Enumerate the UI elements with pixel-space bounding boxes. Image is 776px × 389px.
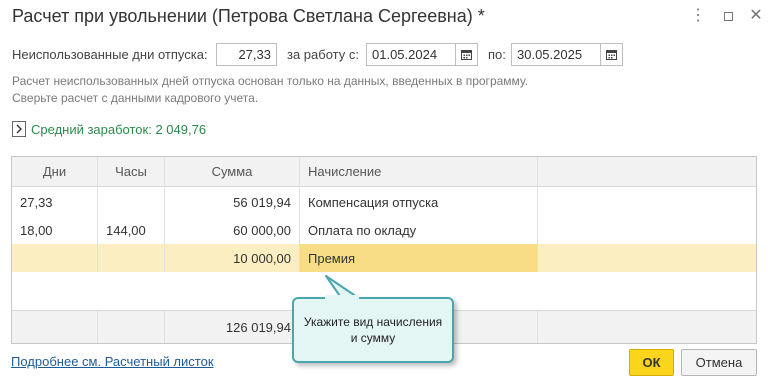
period-from-label: за работу с: [287, 47, 359, 62]
unused-days-label: Неиспользованные дни отпуска: [12, 47, 208, 62]
calendar-icon [606, 50, 617, 60]
column-header-hours[interactable]: Часы [98, 157, 165, 186]
window-title: Расчет при увольнении (Петрова Светлана … [12, 6, 485, 26]
footer-total-amount: 126 019,94 [165, 311, 300, 343]
cell-days[interactable] [12, 244, 98, 272]
table-row[interactable]: 18,00 144,00 60 000,00 Оплата по окладу [12, 216, 756, 244]
table-row[interactable]: 27,33 56 019,94 Компенсация отпуска [12, 188, 756, 216]
cell-amount[interactable]: 10 000,00 [165, 244, 300, 272]
more-vertical-icon[interactable]: ⋮ [690, 8, 706, 24]
cell-amount[interactable]: 60 000,00 [165, 216, 300, 244]
period-to-field[interactable]: 30.05.2025 [511, 43, 601, 66]
tooltip-pointer-mask [325, 295, 359, 301]
period-from-field[interactable]: 01.05.2024 [366, 43, 456, 66]
table-row-selected[interactable]: 10 000,00 Премия [12, 244, 756, 272]
unused-days-field[interactable]: 27,33 [216, 43, 277, 66]
average-earnings-text[interactable]: Средний заработок: 2 049,76 [31, 122, 206, 137]
cell-accrual-active[interactable]: Премия [300, 244, 538, 272]
cell-accrual[interactable]: Компенсация отпуска [300, 188, 538, 216]
cell-hours[interactable]: 144,00 [98, 216, 165, 244]
column-header-days[interactable]: Дни [12, 157, 98, 186]
period-to-calendar-button[interactable] [601, 43, 623, 66]
average-earnings-toggle[interactable]: Средний заработок: 2 049,76 [12, 121, 206, 137]
cell-days[interactable]: 18,00 [12, 216, 98, 244]
column-header-accrual[interactable]: Начисление [300, 157, 538, 186]
payslip-link[interactable]: Подробнее см. Расчетный листок [11, 354, 214, 369]
close-icon[interactable]: ✕ [748, 8, 764, 24]
column-header-empty [538, 157, 756, 186]
cell-accrual[interactable]: Оплата по окладу [300, 216, 538, 244]
cell-empty [538, 244, 756, 272]
footer-empty [538, 311, 756, 343]
tooltip-line1: Укажите вид начисления [303, 315, 443, 329]
table-header: Дни Часы Сумма Начисление [12, 157, 756, 187]
info-note-line2: Сверьте расчет с данными кадрового учета… [12, 91, 259, 105]
cancel-button[interactable]: Отмена [681, 349, 757, 376]
cell-hours[interactable] [98, 188, 165, 216]
period-from-calendar-button[interactable] [456, 43, 478, 66]
tooltip-line2: и сумму [350, 331, 396, 345]
footer-hours [98, 311, 165, 343]
cell-days[interactable]: 27,33 [12, 188, 98, 216]
footer-days [12, 311, 98, 343]
cell-amount[interactable]: 56 019,94 [165, 188, 300, 216]
column-header-amount[interactable]: Сумма [165, 157, 300, 186]
hint-tooltip: Укажите вид начисления и сумму [292, 297, 454, 363]
cell-empty [538, 216, 756, 244]
cell-hours[interactable] [98, 244, 165, 272]
maximize-icon[interactable] [720, 8, 736, 24]
chevron-right-icon[interactable] [12, 121, 26, 137]
info-note-line1: Расчет неиспользованных дней отпуска осн… [12, 74, 529, 88]
period-to-label: по: [488, 47, 506, 62]
ok-button[interactable]: ОК [629, 349, 674, 376]
calendar-icon [461, 50, 472, 60]
cell-empty [538, 188, 756, 216]
